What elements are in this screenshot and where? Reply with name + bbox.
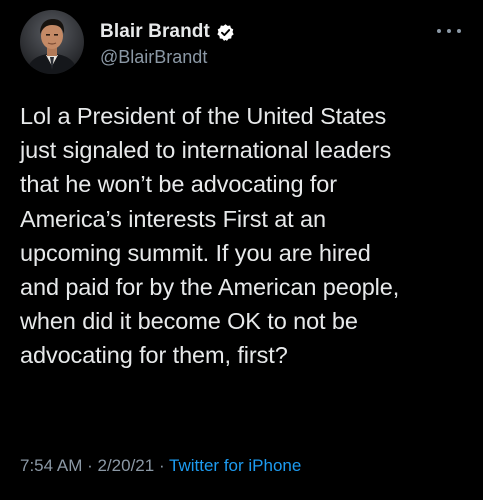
more-dot [457,29,461,33]
more-options-button[interactable] [437,24,461,38]
tweet-meta: 7:54 AM · 2/20/21 · Twitter for iPhone [20,456,301,476]
tweet-source-link[interactable]: Twitter for iPhone [169,456,301,475]
tweet-text: Lol a President of the United States jus… [20,103,400,369]
more-horizontal-icon [437,29,441,33]
avatar-image [20,10,84,74]
tweet-time[interactable]: 7:54 AM [20,456,82,475]
author-display-name[interactable]: Blair Brandt [100,21,210,43]
avatar[interactable] [20,10,84,74]
author-name-row: Blair Brandt [100,20,235,44]
more-dot [447,29,451,33]
tweet-card: Blair Brandt @BlairBrandt Lol a Presiden… [0,0,483,500]
meta-separator: · [154,456,170,475]
verified-badge-icon [216,23,235,42]
author-handle[interactable]: @BlairBrandt [100,47,207,68]
meta-separator: · [82,456,98,475]
tweet-date[interactable]: 2/20/21 [97,456,154,475]
